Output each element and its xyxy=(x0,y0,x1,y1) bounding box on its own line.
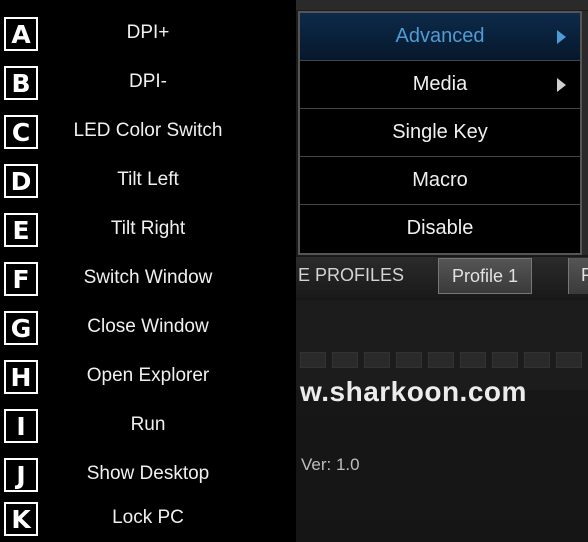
menu-item-label: Tilt Right xyxy=(110,218,186,239)
version-text: Ver: 1.0 xyxy=(301,455,360,474)
device-vent xyxy=(364,352,390,368)
app-top-strip xyxy=(294,0,588,10)
menu-item-switch-window[interactable]: F Switch Window xyxy=(0,253,296,302)
submenu-item-advanced[interactable]: Advanced xyxy=(300,13,580,61)
submenu-item-label: Single Key xyxy=(392,121,488,143)
menu-item-label: Open Explorer xyxy=(86,365,210,386)
assignment-submenu: Advanced Media Single Key Macro Disable xyxy=(298,11,582,255)
submenu-item-label: Macro xyxy=(412,169,468,191)
menu-item-dpi-down[interactable]: B DPI- xyxy=(0,57,296,106)
menu-item-label: LED Color Switch xyxy=(73,120,223,141)
menu-item-label: Run xyxy=(130,414,166,435)
menu-item-label: DPI+ xyxy=(126,22,170,43)
menu-item-led-color-switch[interactable]: C LED Color Switch xyxy=(0,106,296,155)
submenu-scrollbar[interactable] xyxy=(582,11,588,255)
menu-item-label: Lock PC xyxy=(112,507,184,528)
device-vent xyxy=(524,352,550,368)
menu-item-close-window[interactable]: G Close Window xyxy=(0,302,296,351)
submenu-item-label: Media xyxy=(412,73,468,95)
submenu-item-label: Advanced xyxy=(395,25,485,47)
device-vent xyxy=(396,352,422,368)
chevron-right-icon xyxy=(557,78,566,92)
website-text: w.sharkoon.com xyxy=(300,376,527,407)
device-vent xyxy=(556,352,582,368)
menu-item-lock-pc[interactable]: K Lock PC xyxy=(0,493,296,542)
menu-item-label: DPI- xyxy=(129,71,167,92)
menu-item-run[interactable]: I Run xyxy=(0,400,296,449)
chevron-right-icon xyxy=(557,30,566,44)
menu-item-label: Tilt Left xyxy=(117,169,179,190)
menu-item-label: Close Window xyxy=(87,316,209,337)
menu-item-tilt-left[interactable]: D Tilt Left xyxy=(0,155,296,204)
device-vent xyxy=(300,352,326,368)
menu-item-show-desktop[interactable]: J Show Desktop xyxy=(0,449,296,498)
submenu-item-macro[interactable]: Macro xyxy=(300,157,580,205)
device-vent xyxy=(460,352,486,368)
device-vent xyxy=(332,352,358,368)
menu-item-dpi-up[interactable]: A DPI+ xyxy=(0,8,296,57)
function-menu: A DPI+ B DPI- C LED Color Switch D Tilt … xyxy=(0,0,296,542)
tab-profile-next[interactable]: P xyxy=(568,258,588,294)
submenu-item-label: Disable xyxy=(406,217,474,239)
profiles-label: E PROFILES xyxy=(298,265,405,285)
menu-item-open-explorer[interactable]: H Open Explorer xyxy=(0,351,296,400)
tab-profile-1[interactable]: Profile 1 xyxy=(438,258,532,294)
device-vent xyxy=(492,352,518,368)
menu-item-label: Show Desktop xyxy=(86,463,210,484)
menu-item-label: Switch Window xyxy=(83,267,213,288)
submenu-item-media[interactable]: Media xyxy=(300,61,580,109)
submenu-item-single-key[interactable]: Single Key xyxy=(300,109,580,157)
submenu-item-disable[interactable]: Disable xyxy=(300,205,580,253)
device-vent xyxy=(428,352,454,368)
menu-item-tilt-right[interactable]: E Tilt Right xyxy=(0,204,296,253)
